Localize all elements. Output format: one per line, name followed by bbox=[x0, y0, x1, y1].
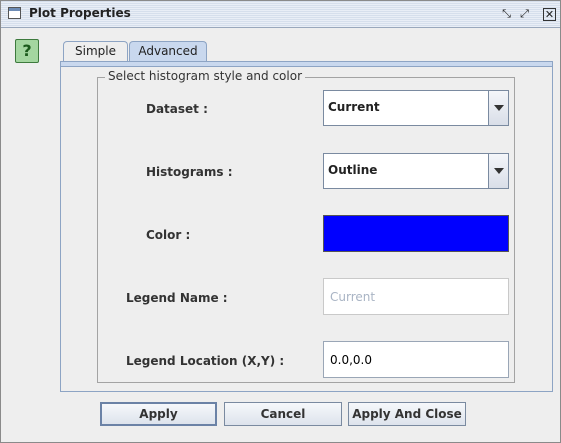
dataset-select[interactable]: Current bbox=[323, 90, 509, 126]
histograms-select[interactable]: Outline bbox=[323, 153, 509, 189]
group-title: Select histogram style and color bbox=[105, 69, 306, 83]
apply-and-close-button[interactable]: Apply And Close bbox=[348, 402, 466, 426]
minimize-icon[interactable]: ⤡ bbox=[500, 7, 513, 20]
color-label: Color : bbox=[146, 228, 191, 242]
legend-name-label: Legend Name : bbox=[126, 291, 228, 305]
dataset-label: Dataset : bbox=[146, 102, 208, 116]
tab-advanced[interactable]: Advanced bbox=[129, 41, 207, 61]
legend-location-field[interactable] bbox=[323, 341, 509, 378]
apply-button[interactable]: Apply bbox=[100, 402, 217, 426]
window-icon bbox=[8, 7, 21, 19]
cancel-button[interactable]: Cancel bbox=[224, 402, 342, 426]
tab-simple[interactable]: Simple bbox=[63, 41, 128, 61]
title-bar[interactable]: Plot Properties ⤡ ⤢ ✕ bbox=[1, 1, 560, 28]
legend-name-field[interactable] bbox=[323, 278, 509, 315]
maximize-icon[interactable]: ⤢ bbox=[518, 7, 531, 20]
histograms-label: Histograms : bbox=[146, 165, 233, 179]
chevron-down-icon[interactable] bbox=[488, 91, 508, 125]
close-icon[interactable]: ✕ bbox=[543, 8, 556, 21]
dataset-value: Current bbox=[328, 100, 380, 114]
window-title: Plot Properties bbox=[29, 6, 131, 20]
histograms-value: Outline bbox=[328, 163, 378, 177]
plot-properties-window: Plot Properties ⤡ ⤢ ✕ ? Simple Advanced … bbox=[0, 0, 561, 443]
chevron-down-icon[interactable] bbox=[488, 154, 508, 188]
help-icon[interactable]: ? bbox=[15, 39, 39, 63]
color-swatch[interactable] bbox=[323, 215, 509, 252]
legend-location-label: Legend Location (X,Y) : bbox=[126, 354, 285, 368]
